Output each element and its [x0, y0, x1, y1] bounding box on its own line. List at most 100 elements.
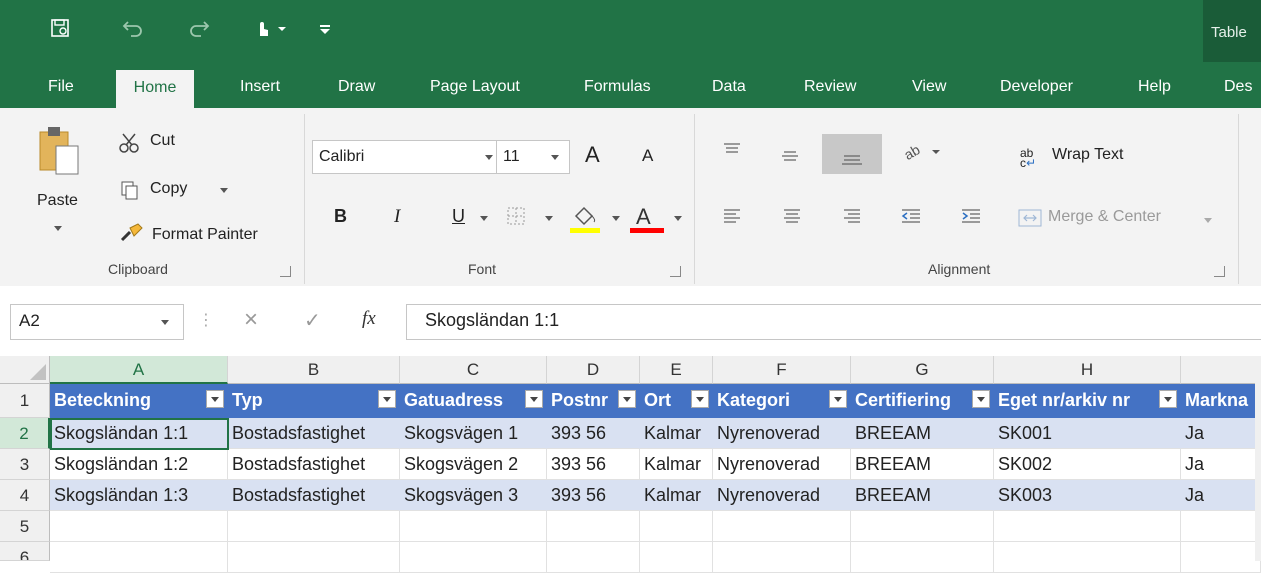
italic-button[interactable]: I [394, 206, 400, 228]
confirm-entry-icon[interactable]: ✓ [304, 308, 321, 333]
font-size-combo[interactable]: 11 [496, 140, 570, 174]
tab-data[interactable]: Data [702, 72, 756, 108]
font-launcher-icon[interactable] [670, 266, 681, 277]
filter-dropdown-icon[interactable] [972, 390, 990, 408]
merge-dropdown-icon[interactable] [1204, 218, 1212, 223]
filter-dropdown-icon[interactable] [1159, 390, 1177, 408]
cell-c6[interactable] [400, 542, 547, 573]
font-name-combo[interactable]: Calibri [312, 140, 498, 174]
row-header-1[interactable]: 1 [0, 384, 50, 418]
table-header-e[interactable]: Ort [640, 384, 713, 418]
cell-f3[interactable]: Nyrenoverad [713, 449, 851, 480]
grow-font-button[interactable]: A [585, 142, 600, 168]
cell-b4[interactable]: Bostadsfastighet [228, 480, 400, 511]
cell-h6[interactable] [994, 542, 1181, 573]
merge-center-label[interactable]: Merge & Center [1048, 208, 1161, 226]
tab-formulas[interactable]: Formulas [574, 72, 661, 108]
column-header-g[interactable]: G [851, 356, 994, 384]
cell-i6[interactable] [1181, 542, 1261, 573]
wrap-text-label[interactable]: Wrap Text [1052, 146, 1123, 164]
worksheet-grid[interactable]: A B C D E F G H 1 2 3 4 5 6 Beteckning Ty… [0, 356, 1261, 573]
name-box[interactable]: A2 [10, 304, 184, 340]
increase-indent-icon[interactable] [960, 208, 982, 231]
cut-icon[interactable] [118, 132, 140, 159]
format-painter-icon[interactable] [120, 222, 146, 249]
column-header-h[interactable]: H [994, 356, 1181, 384]
cell-i4[interactable]: Ja [1181, 480, 1261, 511]
copy-dropdown-icon[interactable] [220, 188, 228, 193]
table-header-c[interactable]: Gatuadress [400, 384, 547, 418]
save-icon[interactable] [50, 18, 70, 43]
wrap-text-icon[interactable]: ab c↵ [1020, 147, 1036, 169]
align-left-icon[interactable] [722, 208, 742, 231]
align-bottom-icon[interactable] [822, 134, 882, 174]
cancel-entry-icon[interactable]: × [244, 306, 258, 334]
cell-d2[interactable]: 393 56 [547, 418, 640, 449]
cell-i2[interactable]: Ja [1181, 418, 1261, 449]
tab-home[interactable]: Home [116, 70, 194, 108]
cell-f4[interactable]: Nyrenoverad [713, 480, 851, 511]
font-size-dropdown-icon[interactable] [551, 155, 559, 160]
row-header-4[interactable]: 4 [0, 480, 50, 511]
column-header-d[interactable]: D [547, 356, 640, 384]
fill-color-dropdown-icon[interactable] [612, 216, 620, 221]
customize-qat-icon[interactable] [318, 18, 332, 43]
underline-button[interactable]: U [452, 206, 465, 227]
font-color-icon[interactable]: A [630, 202, 664, 239]
paste-dropdown-icon[interactable] [54, 226, 62, 231]
cell-a5[interactable] [50, 511, 228, 542]
cell-c2[interactable]: Skogsvägen 1 [400, 418, 547, 449]
column-header-i[interactable] [1181, 356, 1261, 384]
undo-icon[interactable] [122, 18, 144, 43]
cell-a2[interactable]: Skogsländan 1:1 [50, 418, 228, 449]
cell-e2[interactable]: Kalmar [640, 418, 713, 449]
table-header-a[interactable]: Beteckning [50, 384, 228, 418]
filter-dropdown-icon[interactable] [378, 390, 396, 408]
column-header-c[interactable]: C [400, 356, 547, 384]
table-header-b[interactable]: Typ [228, 384, 400, 418]
select-all-corner[interactable] [0, 356, 50, 384]
font-name-dropdown-icon[interactable] [485, 155, 493, 160]
cell-d6[interactable] [547, 542, 640, 573]
align-right-icon[interactable] [842, 208, 862, 231]
column-header-f[interactable]: F [713, 356, 851, 384]
cell-e3[interactable]: Kalmar [640, 449, 713, 480]
name-box-dropdown-icon[interactable] [161, 320, 169, 325]
copy-label[interactable]: Copy [150, 180, 187, 198]
paste-label[interactable]: Paste [37, 192, 78, 210]
orientation-icon[interactable]: ab [901, 141, 940, 167]
tab-page-layout[interactable]: Page Layout [420, 72, 530, 108]
table-header-f[interactable]: Kategori [713, 384, 851, 418]
cell-e6[interactable] [640, 542, 713, 573]
cell-b5[interactable] [228, 511, 400, 542]
table-header-i[interactable]: Markna [1181, 384, 1261, 418]
tab-insert[interactable]: Insert [230, 72, 290, 108]
cell-g6[interactable] [851, 542, 994, 573]
cell-a6[interactable] [50, 542, 228, 573]
tab-file[interactable]: File [38, 72, 84, 108]
redo-icon[interactable] [188, 18, 210, 43]
tab-draw[interactable]: Draw [328, 72, 385, 108]
cell-g5[interactable] [851, 511, 994, 542]
cell-f5[interactable] [713, 511, 851, 542]
cell-a3[interactable]: Skogsländan 1:2 [50, 449, 228, 480]
column-header-b[interactable]: B [228, 356, 400, 384]
cell-a4[interactable]: Skogsländan 1:3 [50, 480, 228, 511]
table-header-h[interactable]: Eget nr/arkiv nr [994, 384, 1181, 418]
row-header-2[interactable]: 2 [0, 418, 50, 449]
borders-dropdown-icon[interactable] [545, 216, 553, 221]
vertical-scrollbar[interactable] [1255, 356, 1261, 561]
touch-mode-icon[interactable] [254, 18, 288, 43]
cell-b3[interactable]: Bostadsfastighet [228, 449, 400, 480]
align-center-icon[interactable] [782, 208, 802, 231]
cell-g4[interactable]: BREEAM [851, 480, 994, 511]
cell-h3[interactable]: SK002 [994, 449, 1181, 480]
merge-center-icon[interactable] [1018, 208, 1042, 233]
cell-i3[interactable]: Ja [1181, 449, 1261, 480]
filter-dropdown-icon[interactable] [206, 390, 224, 408]
alignment-launcher-icon[interactable] [1214, 266, 1225, 277]
cell-c4[interactable]: Skogsvägen 3 [400, 480, 547, 511]
fill-color-icon[interactable] [570, 202, 600, 239]
filter-dropdown-icon[interactable] [829, 390, 847, 408]
cell-d3[interactable]: 393 56 [547, 449, 640, 480]
